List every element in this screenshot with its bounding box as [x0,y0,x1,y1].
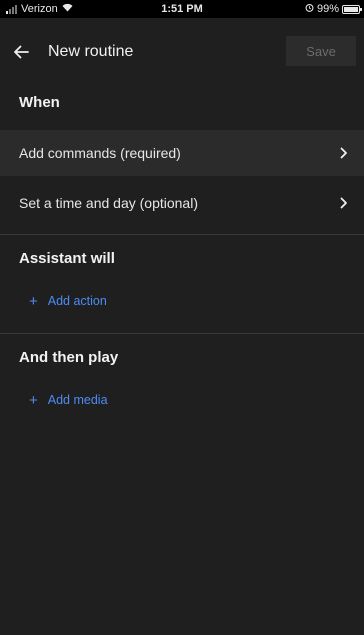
status-bar: Verizon 1:51 PM 99% [0,0,364,18]
assistant-heading: Assistant will [19,249,115,267]
page-title: New routine [48,43,134,60]
assistant-section: Assistant will + Add action [0,235,364,321]
then-play-section: And then play + Add media [0,334,364,420]
carrier-label: Verizon [21,3,58,15]
battery-icon [342,4,362,14]
chevron-right-icon [340,147,350,159]
battery-percent: 99% [316,3,339,15]
status-right: 99% [305,3,362,15]
status-left: Verizon [6,3,73,15]
add-commands-label: Add commands (required) [19,145,181,161]
chevron-right-icon [340,197,350,209]
plus-icon: + [29,292,38,310]
alarm-icon [305,3,314,15]
battery-fill [344,6,358,12]
wifi-icon [62,3,73,15]
add-action-button[interactable]: + Add action [0,281,364,321]
set-time-label: Set a time and day (optional) [19,195,198,211]
app-bar: New routine Save [0,18,364,86]
add-action-label: Add action [47,294,107,308]
save-button[interactable]: Save [286,36,356,66]
then-play-heading: And then play [19,348,119,366]
add-commands-row[interactable]: Add commands (required) [0,130,364,176]
signal-icon [6,4,17,14]
plus-icon: + [29,391,38,409]
back-arrow-icon[interactable] [10,41,32,63]
status-time: 1:51 PM [161,3,203,15]
screen: Verizon 1:51 PM 99% New routine Save Whe… [0,0,364,635]
add-media-button[interactable]: + Add media [0,380,364,420]
set-time-row[interactable]: Set a time and day (optional) [0,180,364,226]
add-media-label: Add media [47,393,108,407]
when-heading: When [19,93,60,111]
